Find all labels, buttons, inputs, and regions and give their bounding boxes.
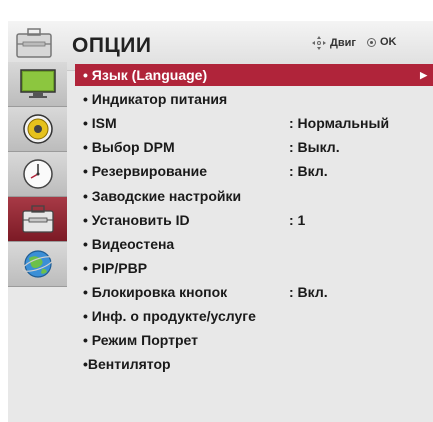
tab-time[interactable]	[8, 152, 67, 197]
toolbox-icon	[16, 28, 52, 58]
list-item-ism[interactable]: • ISM : Нормальный	[75, 112, 433, 134]
list-item-product-info[interactable]: • Инф. о продукте/услуге	[75, 305, 433, 327]
ok-button-icon	[367, 37, 376, 47]
osd-screen: ОПЦИИ Двиг OK • Язык (Language) ▶ • Инди…	[0, 0, 433, 422]
navigate-hint-label: Двиг	[330, 37, 356, 49]
page-title: ОПЦИИ	[72, 34, 152, 57]
list-item-tile-mode[interactable]: • Видеостена	[75, 233, 433, 255]
clock-icon	[22, 159, 53, 189]
network-globe-icon	[21, 250, 54, 278]
ok-hint-label: OK	[380, 36, 397, 48]
ok-hint: OK	[367, 36, 397, 48]
list-item-set-id[interactable]: • Установить ID : 1	[75, 209, 433, 231]
dpad-icon	[312, 36, 326, 50]
list-item-portrait-mode[interactable]: • Режим Портрет	[75, 329, 433, 351]
list-item-language[interactable]: • Язык (Language) ▶	[75, 64, 433, 86]
list-item-fan[interactable]: •Вентилятор	[75, 353, 433, 375]
list-item-fail-over[interactable]: • Резервирование : Вкл.	[75, 160, 433, 182]
sound-icon	[22, 114, 53, 144]
list-item-power-indicator[interactable]: • Индикатор питания	[75, 88, 433, 110]
navigate-hint: Двиг	[312, 36, 356, 50]
tab-picture[interactable]	[8, 62, 67, 107]
tab-options[interactable]	[8, 197, 67, 242]
tab-network[interactable]	[8, 242, 67, 287]
list-item-factory-reset[interactable]: • Заводские настройки	[75, 185, 433, 207]
list-item-key-lock[interactable]: • Блокировка кнопок : Вкл.	[75, 281, 433, 303]
tab-sound[interactable]	[8, 107, 67, 152]
list-item-dpm[interactable]: • Выбор DPM : Выкл.	[75, 136, 433, 158]
chevron-right-icon: ▶	[420, 70, 427, 80]
picture-icon	[19, 69, 56, 98]
toolbox-icon	[21, 205, 54, 233]
list-item-pip-pbp[interactable]: • PIP/PBP	[75, 257, 433, 279]
